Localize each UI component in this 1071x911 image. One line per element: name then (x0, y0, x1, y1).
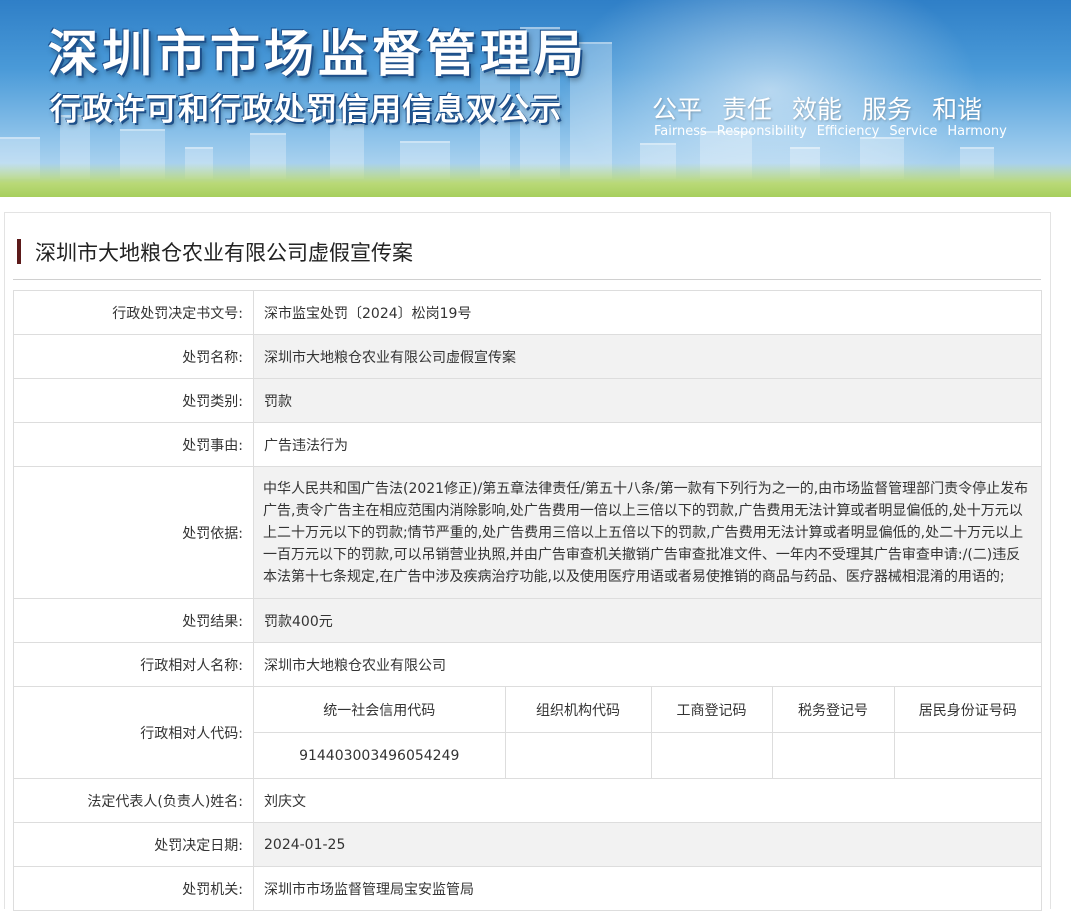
table-row: 处罚名称: 深圳市大地粮仓农业有限公司虚假宣传案 (13, 334, 1042, 379)
code-header: 统一社会信用代码 (254, 687, 506, 733)
id-card-value (893, 732, 1041, 778)
table-row: 行政处罚决定书文号: 深市监宝处罚〔2024〕松岗19号 (13, 290, 1042, 335)
table-row: 行政相对人代码: 统一社会信用代码 组织机构代码 工商登记码 税务登记号 居民身… (13, 686, 1042, 779)
site-subtitle: 行政许可和行政处罚信用信息双公示 (50, 92, 562, 128)
code-header: 税务登记号 (771, 687, 895, 733)
business-reg-value (650, 732, 773, 778)
party-code-table: 统一社会信用代码 组织机构代码 工商登记码 税务登记号 居民身份证号码 9144… (254, 687, 1041, 778)
table-row: 处罚结果: 罚款400元 (13, 598, 1042, 643)
case-title: 深圳市大地粮仓农业有限公司虚假宣传案 (35, 241, 413, 265)
decision-date-value: 2024-01-25 (253, 822, 1042, 867)
penalty-name-label: 处罚名称: (13, 334, 254, 379)
code-header: 组织机构代码 (504, 687, 652, 733)
decision-date-label: 处罚决定日期: (13, 822, 254, 867)
party-code-cell: 统一社会信用代码 组织机构代码 工商登记码 税务登记号 居民身份证号码 9144… (253, 686, 1042, 779)
decision-no-value: 深市监宝处罚〔2024〕松岗19号 (253, 290, 1042, 335)
code-header-row: 统一社会信用代码 组织机构代码 工商登记码 税务登记号 居民身份证号码 (254, 687, 1041, 733)
value-en: Responsibility (716, 124, 807, 139)
penalty-reason-value: 广告违法行为 (253, 422, 1042, 467)
table-row: 法定代表人(负责人)姓名: 刘庆文 (13, 778, 1042, 823)
penalty-basis-label: 处罚依据: (13, 466, 254, 599)
legal-rep-value: 刘庆文 (253, 778, 1042, 823)
value-cn: 效能 (792, 95, 843, 124)
party-code-label: 行政相对人代码: (13, 686, 254, 779)
table-row: 处罚决定日期: 2024-01-25 (13, 822, 1042, 867)
penalty-basis-value: 中华人民共和国广告法(2021修正)/第五章法律责任/第五十八条/第一款有下列行… (253, 466, 1042, 599)
table-row: 行政相对人名称: 深圳市大地粮仓农业有限公司 (13, 642, 1042, 687)
authority-label: 处罚机关: (13, 866, 254, 911)
party-name-label: 行政相对人名称: (13, 642, 254, 687)
table-row: 处罚事由: 广告违法行为 (13, 422, 1042, 467)
authority-value: 深圳市市场监督管理局宝安监管局 (253, 866, 1042, 911)
values-cn: 公平 责任 效能 服务 和谐 (652, 90, 982, 126)
case-heading: 深圳市大地粮仓农业有限公司虚假宣传案 (13, 235, 1041, 280)
tax-reg-value (771, 732, 895, 778)
value-cn: 责任 (722, 95, 773, 124)
value-cn: 服务 (862, 95, 913, 124)
credit-code-value: 914403003496054249 (254, 732, 506, 778)
code-value-row: 914403003496054249 (254, 732, 1041, 778)
table-row: 处罚类别: 罚款 (13, 378, 1042, 423)
party-name-value: 深圳市大地粮仓农业有限公司 (253, 642, 1042, 687)
value-en: Efficiency (816, 124, 880, 139)
value-en: Harmony (947, 124, 1007, 139)
penalty-result-label: 处罚结果: (13, 598, 254, 643)
decision-no-label: 行政处罚决定书文号: (13, 290, 254, 335)
content-panel: 深圳市大地粮仓农业有限公司虚假宣传案 行政处罚决定书文号: 深市监宝处罚〔202… (4, 212, 1051, 911)
legal-rep-label: 法定代表人(负责人)姓名: (13, 778, 254, 823)
values-en: Fairness Responsibility Efficiency Servi… (654, 124, 1007, 139)
heading-accent-bar (17, 239, 21, 264)
banner-grass (0, 163, 1071, 197)
penalty-type-label: 处罚类别: (13, 378, 254, 423)
value-cn: 和谐 (932, 95, 983, 124)
penalty-type-value: 罚款 (253, 378, 1042, 423)
value-cn: 公平 (652, 95, 703, 124)
site-title: 深圳市市场监督管理局 (48, 25, 588, 83)
value-en: Fairness (654, 124, 707, 139)
table-row: 处罚机关: 深圳市市场监督管理局宝安监管局 (13, 866, 1042, 911)
table-row: 处罚依据: 中华人民共和国广告法(2021修正)/第五章法律责任/第五十八条/第… (13, 466, 1042, 599)
penalty-reason-label: 处罚事由: (13, 422, 254, 467)
value-en: Service (889, 124, 938, 139)
header-banner: 深圳市市场监督管理局 行政许可和行政处罚信用信息双公示 公平 责任 效能 服务 … (0, 0, 1071, 197)
penalty-result-value: 罚款400元 (253, 598, 1042, 643)
org-code-value (504, 732, 652, 778)
code-header: 工商登记码 (650, 687, 773, 733)
penalty-name-value: 深圳市大地粮仓农业有限公司虚假宣传案 (253, 334, 1042, 379)
penalty-info-table: 行政处罚决定书文号: 深市监宝处罚〔2024〕松岗19号 处罚名称: 深圳市大地… (13, 290, 1042, 911)
code-header: 居民身份证号码 (893, 687, 1041, 733)
